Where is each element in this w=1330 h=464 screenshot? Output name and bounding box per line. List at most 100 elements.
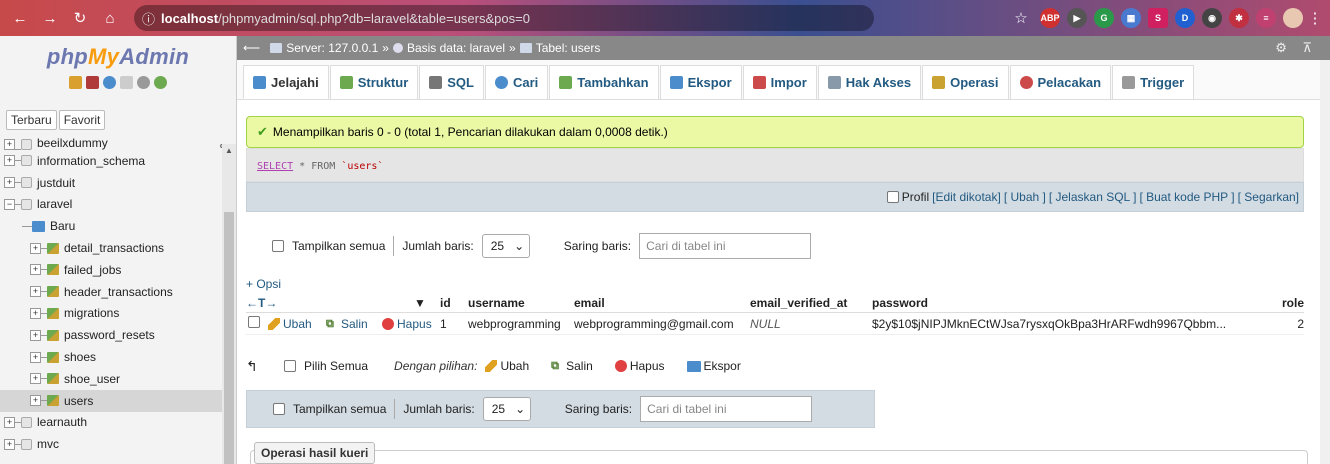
- create-php-code-link[interactable]: [ Buat kode PHP ]: [1139, 190, 1234, 204]
- tree-item-password-resets[interactable]: + password_resets: [0, 324, 222, 346]
- logout-icon[interactable]: [86, 76, 99, 89]
- expand-icon[interactable]: +: [30, 329, 41, 341]
- cell-username[interactable]: webprogramming: [468, 317, 574, 331]
- address-bar[interactable]: ⓘ localhost/phpmyadmin/sql.php?db=larave…: [134, 5, 874, 31]
- tree-item-learnauth[interactable]: + learnauth: [0, 412, 222, 434]
- tree-item-information-schema[interactable]: + information_schema: [0, 150, 222, 172]
- tree-item-mvc[interactable]: + mvc: [0, 433, 222, 455]
- tab-import[interactable]: Impor: [742, 65, 817, 99]
- tree-item-users[interactable]: + users: [0, 389, 222, 412]
- tab-favorite[interactable]: Favorit: [58, 110, 106, 130]
- expand-icon[interactable]: +: [4, 155, 15, 167]
- expand-icon[interactable]: +: [30, 373, 41, 385]
- filter-rows-input[interactable]: Cari di tabel ini: [639, 233, 812, 259]
- tree-item-shoe-user[interactable]: + shoe_user: [0, 368, 222, 390]
- row-delete-button[interactable]: Hapus: [382, 317, 440, 331]
- tab-tracking[interactable]: Pelacakan: [1009, 65, 1112, 99]
- column-header-id[interactable]: id: [440, 296, 468, 310]
- show-all-checkbox[interactable]: [273, 403, 285, 415]
- sort-triangle-icon[interactable]: ▼: [414, 296, 440, 310]
- extension-globe-icon[interactable]: ◉: [1202, 8, 1222, 28]
- sidebar-scrollbar[interactable]: ▲: [222, 144, 236, 464]
- tree-item-new-table[interactable]: Baru: [0, 215, 222, 237]
- tab-export[interactable]: Ekspor: [659, 65, 742, 99]
- extension-d-icon[interactable]: D: [1175, 8, 1195, 28]
- expand-icon[interactable]: +: [30, 286, 41, 298]
- tree-item-justduit[interactable]: + justduit: [0, 172, 222, 194]
- expand-icon[interactable]: +: [30, 264, 41, 276]
- column-header-email-verified-at[interactable]: email_verified_at: [750, 296, 872, 310]
- extension-list-icon[interactable]: ≡: [1256, 8, 1276, 28]
- extension-puzzle-icon[interactable]: ✱: [1229, 8, 1249, 28]
- tab-sql[interactable]: SQL: [419, 65, 484, 99]
- gear-icon[interactable]: [137, 76, 150, 89]
- expand-icon[interactable]: +: [30, 307, 41, 319]
- adblock-icon[interactable]: ABP: [1040, 8, 1060, 28]
- breadcrumb-server[interactable]: Server: 127.0.0.1: [286, 41, 378, 55]
- phpmyadmin-logo[interactable]: phpMyAdmin: [0, 44, 236, 70]
- content-scrollbar[interactable]: [1320, 60, 1330, 464]
- cell-id[interactable]: 1: [440, 317, 468, 331]
- tree-item-failed-jobs[interactable]: + failed_jobs: [0, 259, 222, 281]
- rows-select[interactable]: 25 ⌄: [481, 234, 530, 258]
- breadcrumb-database[interactable]: Basis data: laravel: [407, 41, 505, 55]
- expand-icon[interactable]: +: [4, 416, 15, 428]
- bulk-copy-button[interactable]: ⧉ Salin: [551, 359, 593, 373]
- home-icon[interactable]: [69, 76, 82, 89]
- explain-sql-link[interactable]: [ Jelaskan SQL ]: [1049, 190, 1137, 204]
- bulk-delete-button[interactable]: Hapus: [614, 359, 665, 373]
- tab-search[interactable]: Cari: [485, 65, 549, 99]
- collapse-panel-icon[interactable]: ⟵: [243, 41, 260, 55]
- reload-icon[interactable]: [154, 76, 167, 89]
- row-checkbox[interactable]: [248, 316, 260, 328]
- edit-query-link[interactable]: [ Ubah ]: [1004, 190, 1046, 204]
- play-icon[interactable]: ▶: [1067, 8, 1087, 28]
- column-header-username[interactable]: username: [468, 296, 574, 310]
- star-icon[interactable]: ☆: [1009, 6, 1033, 30]
- filter-rows-input[interactable]: Cari di tabel ini: [640, 396, 813, 422]
- cell-email-verified-at[interactable]: NULL: [750, 317, 872, 331]
- extension-image-icon[interactable]: ▦: [1121, 8, 1141, 28]
- extension-g-icon[interactable]: G: [1094, 8, 1114, 28]
- tree-item-laravel[interactable]: − laravel: [0, 194, 222, 216]
- rows-select[interactable]: 25 ⌄: [482, 397, 531, 421]
- tree-item-detail-transactions[interactable]: + detail_transactions: [0, 237, 222, 259]
- expand-icon[interactable]: +: [4, 177, 15, 189]
- tab-structure[interactable]: Struktur: [329, 65, 419, 99]
- select-all-label[interactable]: Pilih Semua: [304, 359, 368, 373]
- profile-avatar[interactable]: [1283, 8, 1303, 28]
- extension-s-icon[interactable]: S: [1148, 8, 1168, 28]
- select-all-checkbox[interactable]: [284, 360, 296, 372]
- tree-item-beeilxdummy[interactable]: + beeilxdummy: [0, 136, 222, 150]
- settings-collapse-icons[interactable]: ⚙ ⊼: [1275, 40, 1330, 56]
- column-header-role[interactable]: role: [1280, 296, 1304, 310]
- tab-triggers[interactable]: Trigger: [1112, 65, 1195, 99]
- column-header-password[interactable]: password: [872, 296, 1280, 310]
- tab-insert[interactable]: Tambahkan: [549, 65, 659, 99]
- tab-recent[interactable]: Terbaru: [6, 110, 57, 130]
- column-header-email[interactable]: email: [574, 296, 750, 310]
- back-arrow-icon[interactable]: ←: [8, 6, 32, 30]
- cell-role[interactable]: 2: [1280, 317, 1304, 331]
- home-icon[interactable]: ⌂: [98, 6, 122, 30]
- expand-icon[interactable]: +: [30, 242, 41, 254]
- refresh-link[interactable]: [ Segarkan]: [1238, 190, 1299, 204]
- cell-password[interactable]: $2y$10$jNIPJMknECtWJsa7rysxqOkBpa3HrARFw…: [872, 317, 1280, 331]
- edit-inline-link[interactable]: [Edit dikotak]: [932, 190, 1001, 204]
- menu-dots-icon[interactable]: ⋮: [1308, 6, 1323, 30]
- expand-icon[interactable]: +: [4, 139, 15, 150]
- tab-privileges[interactable]: Hak Akses: [817, 65, 922, 99]
- docs-icon[interactable]: [120, 76, 133, 89]
- tree-item-header-transactions[interactable]: + header_transactions: [0, 281, 222, 303]
- column-resize-arrows[interactable]: ←T→: [246, 296, 414, 310]
- expand-icon[interactable]: +: [30, 395, 41, 407]
- scrollbar-thumb[interactable]: [224, 212, 234, 464]
- expand-icon[interactable]: +: [30, 351, 41, 363]
- collapse-icon[interactable]: −: [4, 198, 15, 210]
- profile-checkbox[interactable]: [886, 191, 899, 203]
- tree-item-shoes[interactable]: + shoes: [0, 346, 222, 368]
- tab-operations[interactable]: Operasi: [922, 65, 1009, 99]
- row-copy-button[interactable]: ⧉ Salin: [326, 317, 382, 331]
- sql-query-box[interactable]: SELECT * FROM `users`: [246, 148, 1304, 182]
- reload-icon[interactable]: ↻: [68, 6, 92, 30]
